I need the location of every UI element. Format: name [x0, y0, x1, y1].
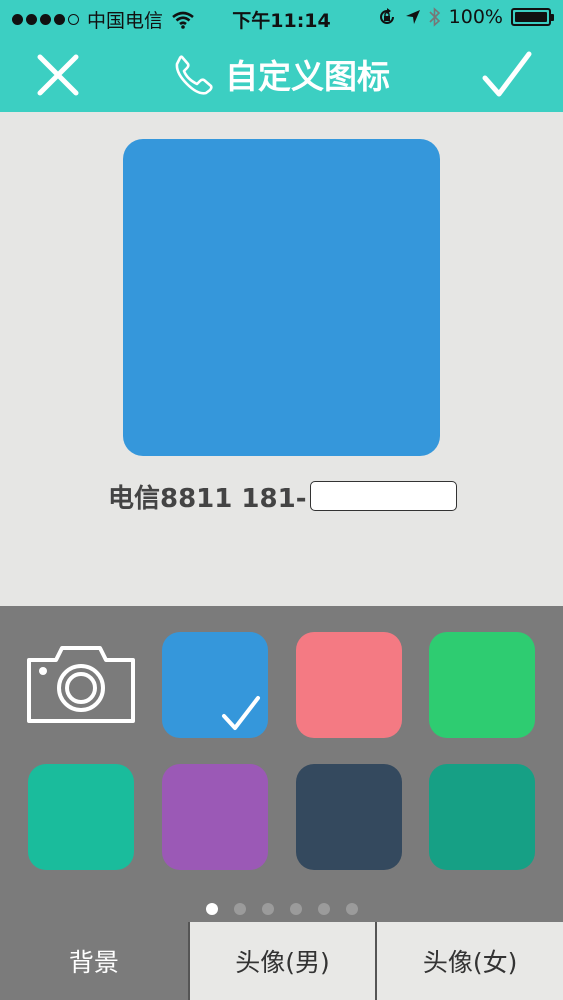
camera-icon[interactable] — [26, 642, 136, 724]
page-dot[interactable] — [205, 903, 218, 915]
tab-bar: 背景 头像(男) 头像(女) — [0, 922, 563, 1000]
orientation-lock-icon — [379, 8, 394, 24]
color-swatch-5[interactable] — [162, 764, 268, 870]
icon-preview — [123, 139, 440, 456]
tab-avatar-male[interactable]: 头像(男) — [187, 922, 376, 1000]
page-dot[interactable] — [233, 903, 246, 915]
background-palette — [0, 606, 563, 922]
contact-name: 电信8811 181- — [108, 478, 306, 514]
redaction-box — [310, 481, 457, 511]
color-swatch-4[interactable] — [28, 764, 134, 870]
app-screen: 中国电信 下午11:14 100% 自定义图标 电信8811 181- 背景 头… — [0, 0, 563, 1000]
bluetooth-icon — [429, 7, 440, 27]
page-dot[interactable] — [345, 903, 358, 915]
tab-avatar-female[interactable]: 头像(女) — [375, 922, 563, 1000]
page-dot[interactable] — [261, 903, 274, 915]
selected-check-icon — [222, 696, 260, 730]
color-swatch-1[interactable] — [162, 632, 268, 738]
color-swatch-7[interactable] — [429, 764, 535, 870]
status-bar: 中国电信 下午11:14 100% — [0, 0, 563, 38]
color-swatch-6[interactable] — [296, 764, 402, 870]
color-swatch-2[interactable] — [296, 632, 402, 738]
page-dot[interactable] — [289, 903, 302, 915]
nav-bar: 自定义图标 — [0, 38, 563, 112]
battery-percent: 100% — [448, 6, 503, 28]
battery-icon — [511, 8, 554, 26]
location-icon — [405, 10, 420, 24]
color-swatch-3[interactable] — [429, 632, 535, 738]
checkmark-icon[interactable] — [479, 48, 535, 102]
contact-label: 电信8811 181- — [108, 483, 307, 514]
page-dot[interactable] — [317, 903, 330, 915]
page-indicator[interactable] — [0, 903, 563, 915]
tab-background[interactable]: 背景 — [0, 922, 188, 1000]
status-right: 100% — [377, 6, 554, 28]
page-title-text: 自定义图标 — [225, 57, 390, 96]
phone-icon — [175, 55, 213, 95]
